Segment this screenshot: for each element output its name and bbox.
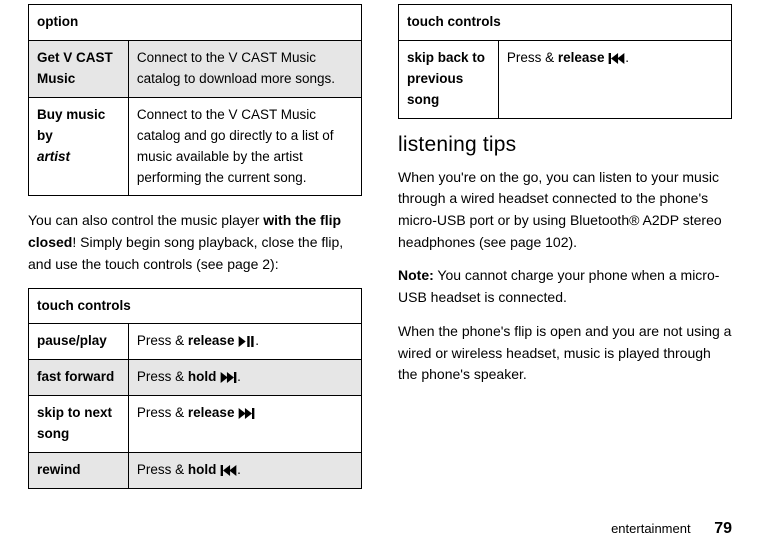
listening-tips-p3: When the phone's flip is open and you ar… xyxy=(398,321,732,386)
label-italic: artist xyxy=(37,149,70,164)
note-text: You cannot charge your phone when a micr… xyxy=(398,267,719,305)
play-pause-icon xyxy=(238,336,255,347)
desc-bold: hold xyxy=(188,369,217,384)
touch-desc: Press & hold . xyxy=(128,360,361,396)
desc-bold: release xyxy=(188,405,235,420)
desc-text: . xyxy=(625,50,629,65)
listening-tips-heading: listening tips xyxy=(398,133,732,157)
desc-text: Press & xyxy=(137,405,188,420)
option-desc: Connect to the V CAST Music catalog to d… xyxy=(128,40,361,97)
right-column: touch controls skip back to previous son… xyxy=(398,4,732,542)
note-label: Note: xyxy=(398,267,434,283)
footer-section: entertainment xyxy=(611,521,691,536)
flip-closed-para: You can also control the music player wi… xyxy=(28,210,362,275)
listening-tips-p1: When you're on the go, you can listen to… xyxy=(398,167,732,254)
left-column: option Get V CAST Music Connect to the V… xyxy=(28,4,362,542)
label-line1: Buy music by xyxy=(37,107,105,143)
page-number: 79 xyxy=(714,520,732,537)
fwd-end-icon xyxy=(238,408,255,419)
para-text: You can also control the music player xyxy=(28,212,263,228)
touch-desc: Press & hold . xyxy=(128,453,361,489)
touch-label: pause/play xyxy=(29,324,129,360)
listening-tips-note: Note: You cannot charge your phone when … xyxy=(398,265,732,308)
touch-label: skip to next song xyxy=(29,396,129,453)
desc-bold: release xyxy=(188,333,235,348)
desc-text: Press & xyxy=(137,369,188,384)
touch-header: touch controls xyxy=(399,5,732,41)
label-line1: Get V CAST xyxy=(37,50,113,65)
touch-controls-table-right: touch controls skip back to previous son… xyxy=(398,4,732,119)
para-text: ! Simply begin song playback, close the … xyxy=(28,234,343,272)
option-header: option xyxy=(29,5,362,41)
desc-text: . xyxy=(237,369,241,384)
page-footer: entertainment 79 xyxy=(611,520,732,538)
touch-label: rewind xyxy=(29,453,129,489)
desc-text: . xyxy=(237,462,241,477)
touch-desc: Press & release xyxy=(128,396,361,453)
touch-desc: Press & release . xyxy=(128,324,361,360)
option-label: Get V CAST Music xyxy=(29,40,129,97)
touch-desc: Press & release . xyxy=(498,40,731,118)
desc-text: Press & xyxy=(507,50,558,65)
desc-text: Press & xyxy=(137,333,188,348)
desc-bold: hold xyxy=(188,462,217,477)
option-desc: Connect to the V CAST Music catalog and … xyxy=(128,97,361,196)
desc-bold: release xyxy=(558,50,605,65)
desc-text: Press & xyxy=(137,462,188,477)
rew-start-icon xyxy=(608,53,625,64)
option-label: Buy music by artist xyxy=(29,97,129,196)
touch-label: skip back to previous song xyxy=(399,40,499,118)
touch-controls-table-left: touch controls pause/play Press & releas… xyxy=(28,288,362,490)
desc-text: . xyxy=(255,333,259,348)
touch-header: touch controls xyxy=(29,288,362,324)
option-table: option Get V CAST Music Connect to the V… xyxy=(28,4,362,196)
rew-start-icon xyxy=(220,465,237,476)
touch-label: fast forward xyxy=(29,360,129,396)
label-line2: Music xyxy=(37,71,75,86)
fwd-end-icon xyxy=(220,372,237,383)
